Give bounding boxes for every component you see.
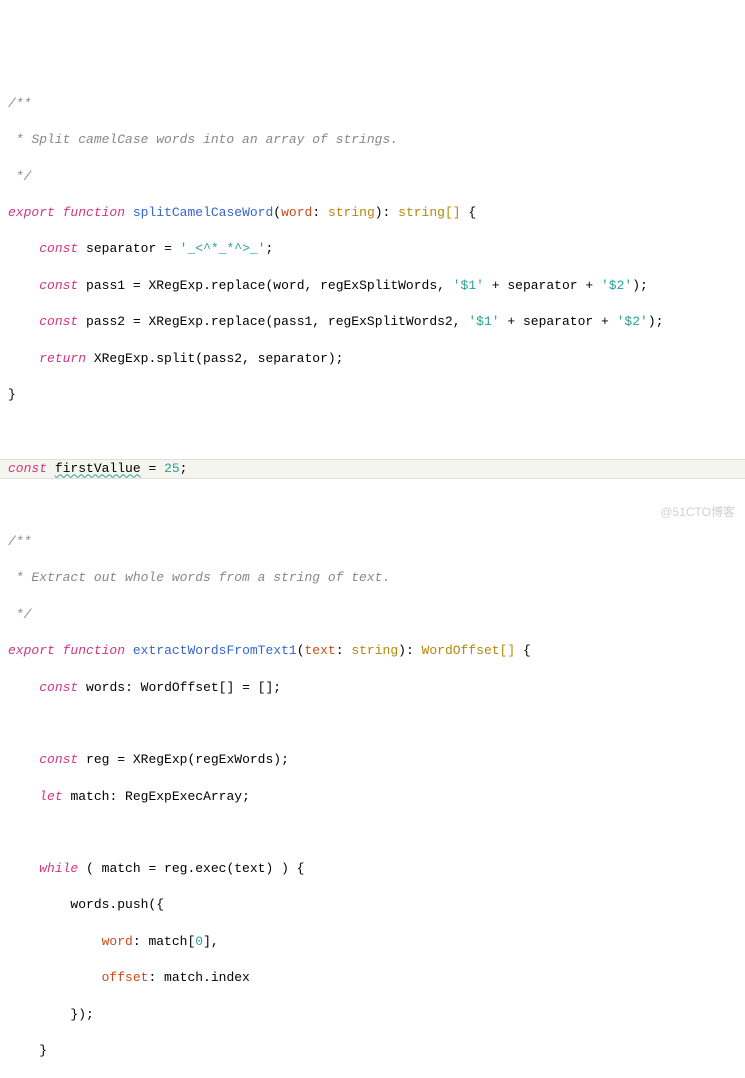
param: text (305, 643, 336, 658)
code-line (8, 497, 737, 515)
param: word (281, 205, 312, 220)
code-line: const words: WordOffset[] = []; (8, 679, 737, 697)
watermark: @51CTO博客 (660, 504, 735, 521)
keyword-const: const (39, 680, 78, 695)
type: string (351, 643, 398, 658)
type: WordOffset[] (422, 643, 516, 658)
code-line: export function splitCamelCaseWord(word:… (8, 204, 737, 222)
function-name: splitCamelCaseWord (133, 205, 273, 220)
comment: /** (8, 534, 31, 549)
code-line: word: match[0], (8, 933, 737, 951)
function-name: extractWordsFromText1 (133, 643, 297, 658)
code-line: offset: match.index (8, 969, 737, 987)
code-line (8, 422, 737, 440)
keyword-const: const (39, 752, 78, 767)
code-line: */ (8, 168, 737, 186)
code-line: } (8, 386, 737, 404)
code-line: const separator = '_<^*_*^>_'; (8, 240, 737, 258)
code-line (8, 715, 737, 733)
property: offset (102, 970, 149, 985)
keyword-while: while (39, 861, 78, 876)
code-line: return XRegExp.split(pass2, separator); (8, 350, 737, 368)
comment: */ (8, 169, 31, 184)
code-line (8, 824, 737, 842)
var-name-spellcheck-warning: firstVallue (55, 461, 141, 476)
code-editor[interactable]: /** * Split camelCase words into an arra… (8, 77, 737, 1078)
comment: * Split camelCase words into an array of… (8, 132, 398, 147)
number: 0 (195, 934, 203, 949)
comment: */ (8, 607, 31, 622)
property: word (102, 934, 133, 949)
code-line: * Extract out whole words from a string … (8, 569, 737, 587)
string: '_<^*_*^>_' (180, 241, 266, 256)
type: string[] (398, 205, 460, 220)
code-line: export function extractWordsFromText1(te… (8, 642, 737, 660)
code-line: */ (8, 606, 737, 624)
keyword-return: return (39, 351, 86, 366)
number: 25 (164, 461, 180, 476)
keyword-export: export (8, 643, 55, 658)
comment: /** (8, 96, 31, 111)
code-line-highlighted: const firstVallue = 25; (0, 459, 745, 479)
var-name: match (70, 789, 109, 804)
var-name: pass2 (86, 314, 125, 329)
keyword-function: function (63, 205, 125, 220)
code-line: }); (8, 1006, 737, 1024)
keyword-export: export (8, 205, 55, 220)
keyword-const: const (39, 278, 78, 293)
var-name: pass1 (86, 278, 125, 293)
type: string (328, 205, 375, 220)
keyword-function: function (63, 643, 125, 658)
keyword-const: const (39, 314, 78, 329)
string: '$2' (617, 314, 648, 329)
var-name: separator (86, 241, 156, 256)
string: '$2' (601, 278, 632, 293)
code-line: /** (8, 533, 737, 551)
string: '$1' (468, 314, 499, 329)
code-line: * Split camelCase words into an array of… (8, 131, 737, 149)
keyword-const: const (39, 241, 78, 256)
code-line: let match: RegExpExecArray; (8, 788, 737, 806)
code-line: words.push({ (8, 896, 737, 914)
code-line: /** (8, 95, 737, 113)
code-line: const reg = XRegExp(regExWords); (8, 751, 737, 769)
code-line: const pass2 = XRegExp.replace(pass1, reg… (8, 313, 737, 331)
comment: * Extract out whole words from a string … (8, 570, 390, 585)
keyword-const: const (8, 461, 47, 476)
code-line: const pass1 = XRegExp.replace(word, regE… (8, 277, 737, 295)
code-line: } (8, 1042, 737, 1060)
keyword-let: let (39, 789, 62, 804)
string: '$1' (453, 278, 484, 293)
var-name: reg (86, 752, 109, 767)
var-name: words (86, 680, 125, 695)
code-line: while ( match = reg.exec(text) ) { (8, 860, 737, 878)
